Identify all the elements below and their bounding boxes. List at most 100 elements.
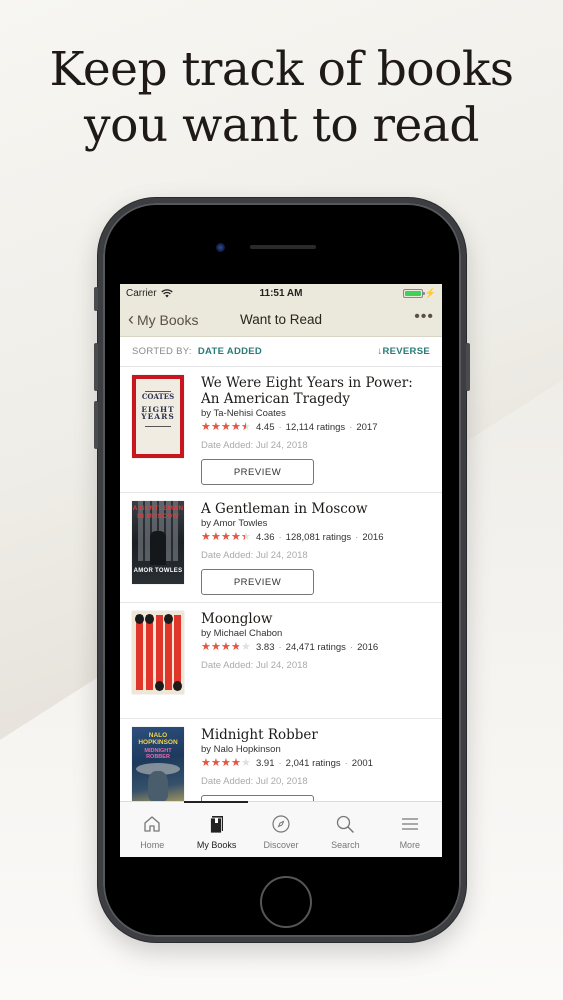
date-added: Date Added: Jul 20, 2018 (201, 776, 308, 787)
book-cover[interactable]: COATES EIGHT YEARS (132, 375, 184, 458)
separator: · (278, 422, 282, 433)
book-author[interactable]: by Nalo Hopkinson (201, 744, 430, 755)
average-rating: 3.91 (256, 758, 275, 769)
star-rating: ★★★★★★★★★★ (201, 758, 251, 769)
cover-text: AMOR TOWLES (133, 568, 183, 574)
book-author[interactable]: by Amor Towles (201, 518, 430, 529)
book-cover[interactable] (132, 611, 184, 694)
active-tab-indicator (184, 801, 248, 803)
star-icon: ★★ (231, 421, 241, 433)
more-options-button[interactable]: ••• (414, 307, 434, 325)
separator: · (349, 422, 353, 433)
battery-icon (402, 289, 425, 298)
search-icon (337, 815, 355, 833)
star-rating: ★★★★★★★★★★ (201, 532, 251, 543)
phone-screen: Carrier 11:51 AM ⚡ ‹ My Books Want to Re… (120, 284, 442, 857)
star-icon: ★★ (241, 421, 251, 433)
ratings-count: 12,114 ratings (285, 422, 346, 433)
earpiece-speaker (250, 245, 316, 249)
tab-my-books[interactable]: My Books (184, 802, 248, 857)
publication-year: 2016 (362, 532, 384, 543)
sort-label: SORTED BY: (132, 346, 192, 357)
book-title[interactable]: A Gentleman in Moscow (201, 501, 430, 517)
cover-text: MIDNIGHT ROBBER (144, 748, 172, 760)
book-info: A Gentleman in Moscow by Amor Towles ★ ★ ★… (201, 501, 430, 595)
home-button[interactable] (260, 876, 312, 928)
ratings-count: 128,081 ratings (285, 532, 352, 543)
cover-text: NALO HOPKINSON (138, 732, 178, 746)
book-meta: ★★★★★★★★★★ 4.45 · 12,114 ratings · 2017 (201, 421, 430, 434)
book-title[interactable]: Moonglow (201, 611, 430, 627)
phone-frame: Carrier 11:51 AM ⚡ ‹ My Books Want to Re… (94, 198, 470, 942)
charging-icon: ⚡ (424, 288, 436, 298)
star-icon: ★★ (211, 421, 221, 433)
carrier: Carrier (126, 288, 173, 299)
headline-line-2: you want to read (84, 98, 479, 153)
cover-art (135, 614, 144, 690)
book-meta: ★★★★★★★★★★ 3.83 · 24,471 ratings · 2016 (201, 641, 430, 654)
date-added: Date Added: Jul 24, 2018 (201, 550, 308, 561)
book-info: Moonglow by Michael Chabon ★★★★★★★★★★ 3.… (201, 611, 430, 694)
book-title[interactable]: We Were Eight Years in Power: An America… (201, 375, 430, 407)
reverse-sort-button[interactable]: ↓REVERSE (377, 346, 430, 357)
average-rating: 4.45 (256, 422, 275, 433)
separator: · (344, 758, 348, 769)
cover-text: A GENTLEMAN IN MOSCOW (132, 505, 184, 520)
mute-switch (94, 287, 98, 311)
tab-more[interactable]: More (378, 802, 442, 857)
book-cover[interactable]: A GENTLEMAN IN MOSCOW AMOR TOWLES (132, 501, 184, 584)
tab-home[interactable]: Home (120, 802, 184, 857)
tab-bar: Home My Books Discover Search More (120, 801, 442, 857)
book-author[interactable]: by Michael Chabon (201, 628, 430, 639)
preview-button[interactable]: PREVIEW (201, 569, 314, 595)
back-button[interactable]: ‹ My Books (128, 308, 198, 329)
preview-button[interactable]: PREVIEW (201, 459, 314, 485)
star-icon: ★★ (241, 641, 251, 653)
star-icon: ★★ (201, 531, 211, 543)
cover-art: COATES EIGHT YEARS (136, 379, 180, 454)
book-cover[interactable]: NALO HOPKINSON MIDNIGHT ROBBER (132, 727, 184, 810)
cover-art (155, 615, 164, 691)
separator: · (278, 758, 282, 769)
star-icon: ★★ (241, 757, 251, 769)
ellipsis-icon: ••• (414, 307, 434, 325)
battery-indicator: ⚡ (402, 288, 436, 299)
tab-search[interactable]: Search (313, 802, 377, 857)
star-icon: ★★ (201, 421, 211, 433)
sort-value-button[interactable]: DATE ADDED (198, 346, 262, 357)
publication-year: 2016 (357, 642, 379, 653)
cover-rule (145, 426, 171, 427)
cover-art (164, 614, 173, 690)
chevron-left-icon: ‹ (128, 308, 134, 329)
book-author[interactable]: by Ta-Nehisi Coates (201, 408, 430, 419)
ratings-count: 24,471 ratings (285, 642, 346, 653)
ratings-count: 2,041 ratings (285, 758, 341, 769)
cover-text: COATES (141, 392, 175, 401)
wifi-icon (160, 289, 173, 298)
star-icon: ★★ (221, 757, 231, 769)
cover-art (173, 615, 182, 691)
star-icon: ★★ (201, 641, 211, 653)
star-icon: ★★ (221, 641, 231, 653)
tab-discover[interactable]: Discover (249, 802, 313, 857)
tab-label: My Books (196, 840, 237, 850)
book-item: Moonglow by Michael Chabon ★★★★★★★★★★ 3.… (120, 603, 442, 719)
star-icon: ★★ (211, 531, 221, 543)
home-icon (144, 816, 160, 832)
average-rating: 4.36 (256, 532, 275, 543)
compass-icon (272, 815, 290, 833)
menu-icon (401, 818, 418, 830)
tab-label: Search (331, 840, 360, 850)
book-title[interactable]: Midnight Robber (201, 727, 430, 743)
carrier-label: Carrier (126, 288, 157, 299)
separator: · (349, 642, 354, 653)
date-added: Date Added: Jul 24, 2018 (201, 440, 308, 451)
star-icon: ★★ (221, 531, 231, 543)
cover-art (145, 614, 154, 690)
star-icon: ★★ (241, 531, 251, 543)
front-camera (216, 243, 225, 252)
book-list: COATES EIGHT YEARS We Were Eight Years i… (120, 367, 442, 828)
date-added: Date Added: Jul 24, 2018 (201, 660, 308, 671)
book-item: A GENTLEMAN IN MOSCOW AMOR TOWLES A Gent… (120, 493, 442, 603)
separator: · (355, 532, 359, 543)
